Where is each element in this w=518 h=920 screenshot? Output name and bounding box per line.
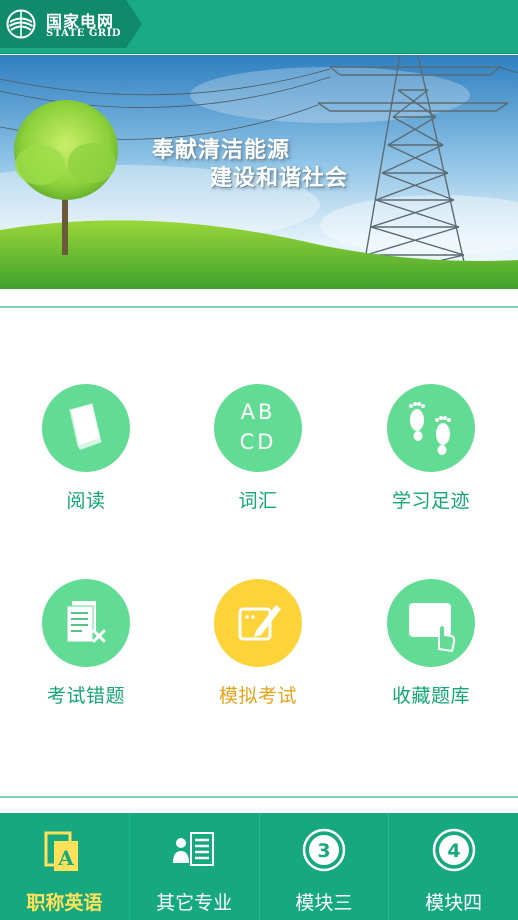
abcd-icon-text-top: AB	[240, 400, 276, 424]
grid-item-vocabulary[interactable]: AB CD 词汇	[172, 384, 344, 513]
grid-label-reading: 阅读	[66, 490, 106, 512]
grid-label-vocabulary: 词汇	[238, 490, 278, 512]
circle-4-icon: 4	[432, 828, 475, 872]
state-grid-logo-icon	[6, 9, 36, 39]
grid-label-mock-exam: 模拟考试	[218, 685, 297, 707]
english-book-icon: A	[44, 831, 79, 871]
footprints-icon	[387, 384, 475, 472]
nav-label-module-3: 模块三	[295, 892, 353, 914]
brand-logo-block: 国家电网 STATE GRID	[0, 0, 142, 48]
abcd-icon-text-bottom: CD	[239, 430, 277, 454]
svg-text:3: 3	[317, 840, 330, 862]
grid-label-favorites: 收藏题库	[391, 685, 470, 707]
brand-name-en: STATE GRID	[46, 28, 122, 39]
nav-label-professional-english: 职称英语	[26, 892, 103, 914]
banner-slogan-line2: 建设和谐社会	[210, 165, 349, 191]
grid-item-reading[interactable]: 阅读	[0, 384, 172, 513]
grid-label-exam-mistakes: 考试错题	[46, 685, 125, 707]
nav-item-professional-english[interactable]: A 职称英语	[0, 813, 129, 920]
nav-item-module-4[interactable]: 4 模块四	[388, 813, 518, 920]
svg-text:4: 4	[447, 840, 460, 862]
top-header: 国家电网 STATE GRID	[0, 0, 518, 54]
hero-banner[interactable]: 奉献清洁能源 建设和谐社会	[0, 55, 518, 289]
divider-top	[0, 306, 518, 308]
nav-label-module-4: 模块四	[425, 892, 483, 914]
svg-text:A: A	[58, 846, 75, 870]
grid-item-favorites[interactable]: 收藏题库	[345, 579, 517, 708]
list-icon	[173, 832, 215, 866]
nav-item-module-3[interactable]: 3 模块三	[258, 813, 389, 920]
app-screen: 国家电网 STATE GRID 奉献清洁能源 建设和谐社会 阅读 AB CD 词…	[0, 0, 518, 920]
grid-item-mock-exam[interactable]: 模拟考试	[172, 579, 344, 708]
abcd-icon: AB CD	[214, 384, 302, 472]
grid-item-study-footprint[interactable]: 学习足迹	[345, 384, 517, 513]
grid-label-study-footprint: 学习足迹	[391, 490, 470, 512]
book-icon	[42, 384, 130, 472]
tap-screen-icon	[387, 579, 475, 667]
nav-item-other-majors[interactable]: 其它专业	[128, 813, 259, 920]
wrong-paper-icon	[42, 579, 130, 667]
nav-label-other-majors: 其它专业	[156, 892, 233, 914]
circle-3-icon: 3	[302, 828, 346, 872]
edit-exam-icon	[214, 579, 302, 667]
grid-item-exam-mistakes[interactable]: 考试错题	[0, 579, 172, 708]
divider-bottom	[0, 796, 518, 798]
bottom-navigation: A 职称英语 其它专业 3 模块三 4 模块四	[0, 813, 518, 920]
